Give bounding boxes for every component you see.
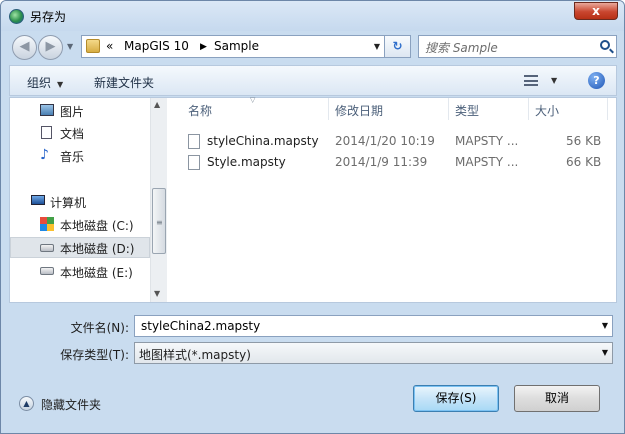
address-dropdown-icon[interactable]: ▼ (374, 42, 380, 51)
file-name: Style.mapsty (207, 155, 286, 169)
chevron-down-icon[interactable]: ▼ (602, 321, 608, 330)
file-type: MAPSTY ... (455, 155, 519, 169)
folder-icon (86, 39, 100, 53)
view-options-icon[interactable] (524, 75, 538, 86)
column-header-modified[interactable]: 修改日期 (335, 102, 383, 119)
drive-icon (40, 267, 54, 275)
search-icon[interactable] (600, 40, 610, 50)
file-size: 56 KB (566, 134, 602, 148)
column-divider[interactable] (528, 98, 529, 120)
nav-item-drive-c[interactable]: 本地磁盘 (C:) (10, 214, 150, 235)
nav-item-drive-e[interactable]: 本地磁盘 (E:) (10, 261, 150, 282)
breadcrumb-sample[interactable]: Sample (214, 39, 259, 53)
nav-item-label: 文档 (60, 127, 85, 141)
nav-item-label: 本地磁盘 (C:) (60, 219, 134, 233)
scroll-down-icon[interactable]: ▼ (154, 289, 160, 298)
filename-combobox[interactable]: ▼ (134, 315, 613, 337)
file-name: styleChina.mapsty (207, 134, 319, 148)
column-divider[interactable] (328, 98, 329, 120)
cancel-button[interactable]: 取消 (514, 385, 600, 412)
file-modified: 2014/1/9 11:39 (335, 155, 428, 169)
title-bar: 另存为 x (1, 1, 624, 31)
nav-item-label: 音乐 (60, 150, 85, 164)
nav-item-documents[interactable]: 文档 (10, 122, 150, 143)
nav-item-label: 本地磁盘 (E:) (60, 266, 133, 280)
refresh-button[interactable]: ↻ (384, 36, 410, 57)
column-header-size[interactable]: 大小 (535, 102, 559, 119)
close-icon: x (592, 4, 600, 18)
sort-indicator-icon: ▽ (250, 96, 256, 104)
music-icon: ♪ (40, 147, 49, 163)
scroll-up-icon[interactable]: ▲ (154, 100, 160, 109)
breadcrumb-mapgis[interactable]: MapGIS 10 (124, 39, 189, 53)
scrollbar-thumb[interactable]: ≡ (152, 188, 166, 254)
nav-item-computer[interactable]: 计算机 (10, 191, 150, 212)
app-globe-icon (9, 9, 24, 24)
save-button[interactable]: 保存(S) (413, 385, 499, 412)
filetype-value: 地图样式(*.mapsty) (139, 348, 251, 362)
file-type: MAPSTY ... (455, 134, 519, 148)
drive-icon (40, 244, 54, 252)
chevron-down-icon: ▼ (601, 348, 608, 357)
windows-drive-icon (40, 217, 54, 231)
search-input[interactable]: 搜索 Sample (425, 39, 498, 56)
back-arrow-icon: ◀ (19, 39, 30, 54)
file-browser: 图片 文档 ♪ 音乐 计算机 本地磁盘 (C:) 本地磁盘 (D:) 本地磁盘 … (9, 96, 617, 303)
nav-item-label: 计算机 (50, 196, 87, 210)
nav-item-music[interactable]: ♪ 音乐 (10, 145, 150, 166)
help-icon[interactable]: ? (588, 72, 605, 89)
file-row-style[interactable]: Style.mapsty 2014/1/9 11:39 MAPSTY ... 6… (188, 153, 608, 174)
command-toolbar: 组织 ▼ 新建文件夹 ▼ ? (9, 65, 617, 96)
view-dropdown-icon[interactable]: ▼ (551, 76, 557, 85)
collapse-up-icon: ▲ (19, 396, 34, 411)
filetype-label: 保存类型(T): (60, 348, 129, 362)
nav-item-label: 图片 (60, 105, 85, 119)
nav-scrollbar[interactable]: ▲ ≡ ▼ (150, 98, 167, 302)
address-bar[interactable]: « MapGIS 10 ▶ Sample ▼ ↻ (81, 35, 411, 58)
column-divider[interactable] (448, 98, 449, 120)
nav-item-pictures[interactable]: 图片 (10, 100, 150, 121)
window-title: 另存为 (30, 10, 67, 24)
picture-icon (40, 104, 54, 116)
column-divider[interactable] (607, 98, 608, 120)
save-as-dialog: 另存为 x ◀ ▶ ▼ « MapGIS 10 ▶ Sample ▼ ↻ 搜索 … (0, 0, 625, 434)
filetype-select[interactable]: 地图样式(*.mapsty) ▼ (134, 342, 613, 364)
nav-item-label: 本地磁盘 (D:) (60, 242, 135, 256)
document-icon (41, 126, 52, 139)
file-icon (188, 155, 200, 170)
forward-button[interactable]: ▶ (38, 35, 63, 60)
hide-folders-label: 隐藏文件夹 (41, 398, 102, 412)
filename-field[interactable] (139, 317, 579, 335)
refresh-icon: ↻ (392, 39, 403, 53)
file-list: ▽ 名称 修改日期 类型 大小 styleChina.mapsty 2014/1… (168, 96, 616, 302)
forward-arrow-icon: ▶ (45, 39, 56, 54)
navigation-pane: 图片 文档 ♪ 音乐 计算机 本地磁盘 (C:) 本地磁盘 (D:) 本地磁盘 … (10, 98, 150, 302)
new-folder-button[interactable]: 新建文件夹 (94, 74, 154, 91)
computer-icon (31, 195, 45, 205)
file-row-stylechina[interactable]: styleChina.mapsty 2014/1/20 10:19 MAPSTY… (188, 132, 608, 153)
file-icon (188, 134, 200, 149)
filename-label: 文件名(N): (70, 321, 129, 335)
breadcrumb-overflow[interactable]: « (106, 39, 113, 53)
chevron-down-icon: ▼ (57, 80, 64, 89)
organize-menu[interactable]: 组织 ▼ (27, 74, 63, 91)
organize-label: 组织 (27, 76, 52, 90)
close-button[interactable]: x (574, 2, 618, 20)
file-size: 66 KB (566, 155, 602, 169)
nav-item-drive-d[interactable]: 本地磁盘 (D:) (10, 237, 150, 258)
file-modified: 2014/1/20 10:19 (335, 134, 435, 148)
recent-locations-chevron-icon[interactable]: ▼ (67, 42, 73, 51)
breadcrumb-separator-icon[interactable]: ▶ (200, 42, 207, 52)
grip-icon: ≡ (156, 218, 163, 227)
column-header-label: 名称 (188, 104, 213, 118)
column-header-type[interactable]: 类型 (455, 102, 479, 119)
back-button[interactable]: ◀ (12, 35, 37, 60)
search-box[interactable]: 搜索 Sample (418, 35, 617, 58)
